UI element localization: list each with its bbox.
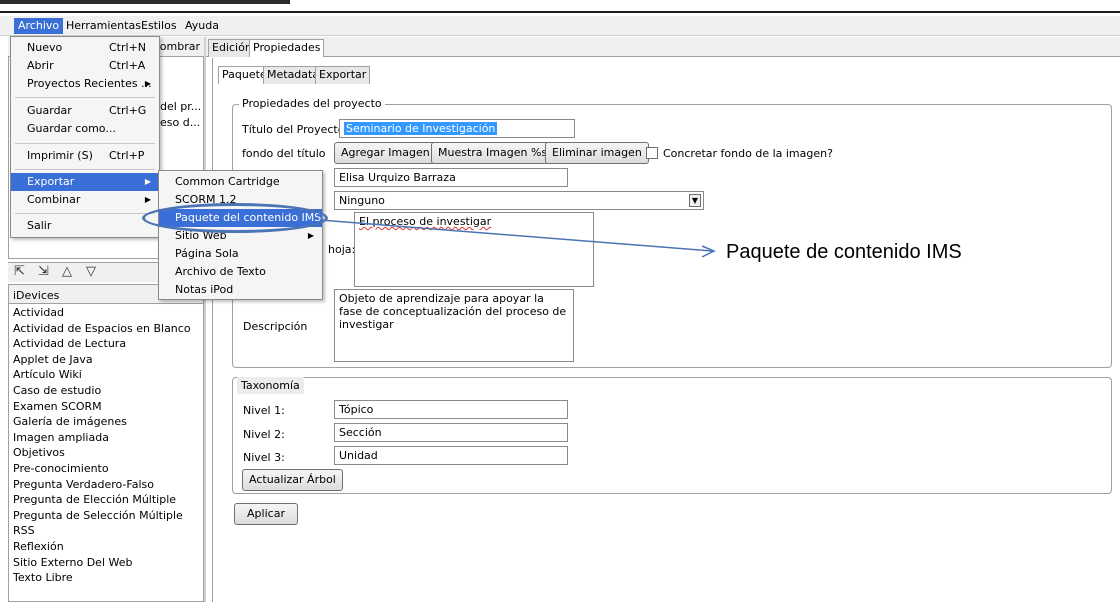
annotation-arrow	[319, 219, 716, 258]
annotation-label: Paquete de contenido IMS	[726, 241, 962, 263]
